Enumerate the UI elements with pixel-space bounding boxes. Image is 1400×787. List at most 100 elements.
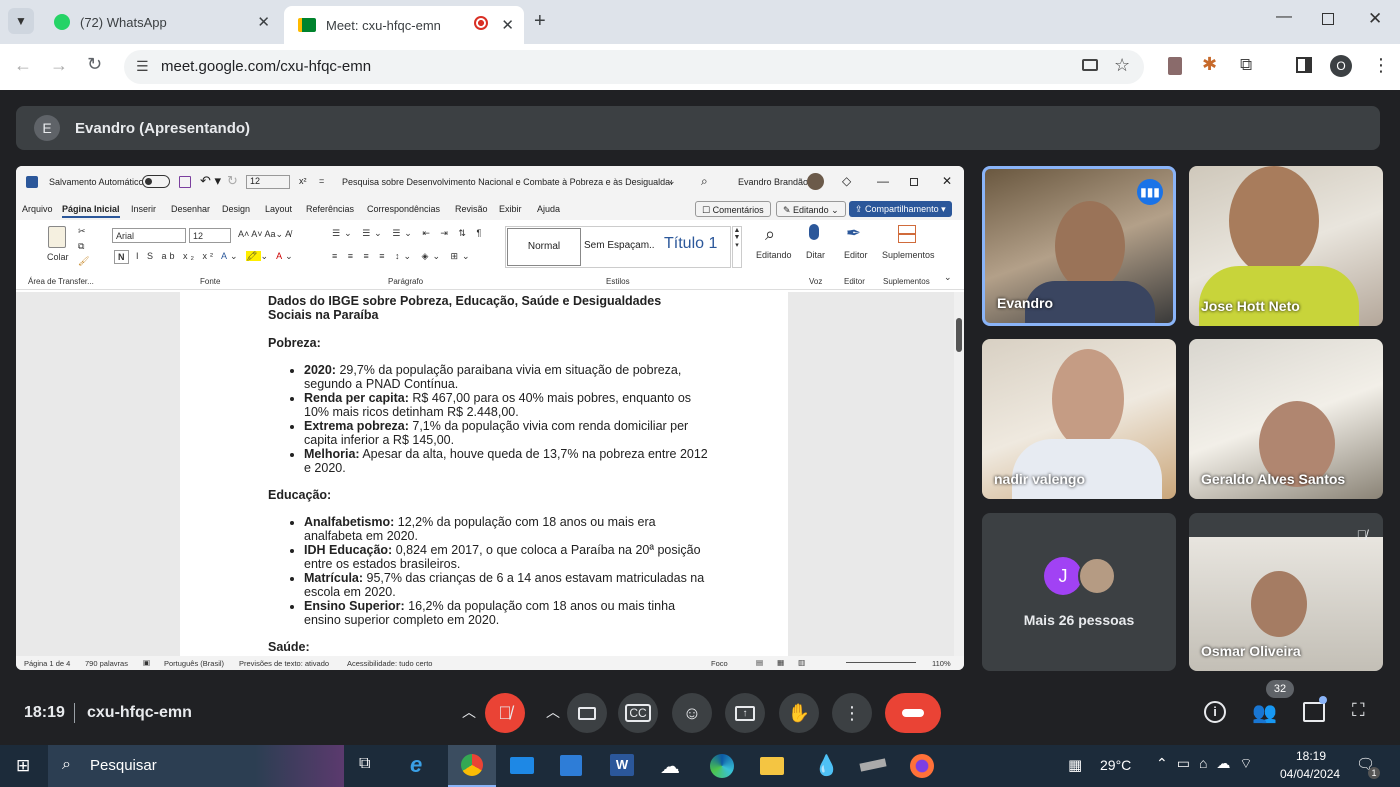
tab-whatsapp[interactable]: (72) WhatsApp ✕ — [40, 6, 280, 38]
editor-icon[interactable]: ✒ — [846, 223, 861, 244]
font-size-box[interactable]: 12 — [246, 175, 290, 189]
list-icons[interactable]: ☰⌄ ☰⌄ ☰⌄ ⇤ ⇥ ⇅ ¶ — [332, 228, 485, 239]
windows-start-icon[interactable]: ⊞ — [16, 756, 30, 776]
grow-font-icon[interactable]: A˄ A˅ Aa⌄ A̸ — [238, 229, 291, 240]
status-predictions[interactable]: Previsões de texto: ativado — [239, 659, 329, 668]
mail-icon[interactable] — [510, 757, 534, 774]
status-focus[interactable]: Foco — [711, 659, 728, 668]
styles-scroll[interactable]: ▲ ▼ ▾ — [732, 226, 742, 268]
status-language[interactable]: Português (Brasil) — [164, 659, 224, 668]
status-page[interactable]: Página 1 de 4 — [24, 659, 70, 668]
new-tab-button[interactable]: + — [534, 10, 546, 33]
participant-tile[interactable]: Geraldo Alves Santos — [1189, 339, 1383, 499]
puzzle-icon[interactable]: ⧉ — [1240, 55, 1252, 75]
ribbon-collapse-icon[interactable]: ⌄ — [944, 272, 952, 283]
menu-home[interactable]: Página Inicial — [62, 204, 120, 218]
chrome-taskbar-icon[interactable] — [448, 745, 496, 787]
autosave-toggle[interactable] — [142, 175, 170, 188]
explorer-icon[interactable] — [760, 757, 784, 775]
profile-avatar[interactable]: O — [1330, 55, 1352, 77]
font-size-select[interactable]: 12 — [189, 228, 231, 243]
clock-date[interactable]: 04/04/2024 — [1280, 767, 1340, 781]
scroll-thumb[interactable] — [956, 318, 962, 352]
more-icon[interactable]: = — [319, 176, 324, 186]
menu-design[interactable]: Design — [222, 204, 250, 214]
video-options-chevron[interactable]: ︿ — [546, 702, 560, 722]
word-close-icon[interactable]: ✕ — [942, 174, 952, 188]
chat-icon[interactable] — [1303, 702, 1325, 722]
captions-button[interactable]: CC — [618, 693, 658, 733]
app-drop-icon[interactable]: 💧 — [814, 753, 839, 778]
site-info-icon[interactable]: ☰ — [136, 58, 149, 75]
superscript-icon[interactable]: x² — [299, 176, 307, 186]
paste-icon[interactable] — [48, 226, 66, 248]
status-accessibility[interactable]: Acessibilidade: tudo certo — [347, 659, 432, 668]
taskbar-search[interactable]: ⌕ Pesquisar — [48, 745, 344, 787]
zoom-level[interactable]: 110% — [932, 659, 951, 668]
camera-icon[interactable] — [1082, 59, 1098, 71]
status-words[interactable]: 790 palavras — [85, 659, 128, 668]
menu-references[interactable]: Referências — [306, 204, 354, 214]
premium-icon[interactable]: ◇ — [842, 174, 851, 188]
tray-icons[interactable]: ⌃▭⌂☁⌔ — [1156, 755, 1262, 773]
participant-tile[interactable]: Jose Hott Neto — [1189, 166, 1383, 326]
style-normal[interactable]: Normal — [507, 228, 581, 266]
reactions-button[interactable]: ☺ — [672, 693, 712, 733]
meeting-details-icon[interactable]: i — [1204, 701, 1226, 723]
dictate-icon[interactable] — [809, 224, 819, 240]
participant-tile[interactable]: 🎙̸ Osmar Oliveira — [1189, 513, 1383, 671]
styles-gallery[interactable]: Normal Sem Espaçam... Título 1 — [505, 226, 731, 268]
audio-options-chevron[interactable]: ︿ — [462, 702, 476, 722]
comments-button[interactable]: ☐ Comentários — [695, 201, 771, 217]
addins-icon[interactable] — [898, 225, 916, 243]
leave-call-button[interactable] — [885, 693, 941, 733]
close-window-icon[interactable]: ✕ — [1368, 9, 1382, 29]
tab-meet[interactable]: Meet: cxu-hfqc-emn ✕ — [284, 6, 524, 44]
tab-search-button[interactable]: ▼ — [8, 8, 34, 34]
store-icon[interactable] — [560, 755, 582, 776]
cut-icon[interactable]: ✂ — [78, 226, 86, 237]
minimize-icon[interactable]: — — [1276, 8, 1292, 26]
weather-icon[interactable]: ▦ — [1068, 756, 1082, 774]
activities-icon[interactable]: ⛶ — [1352, 700, 1365, 721]
app-pen-icon[interactable] — [859, 758, 887, 772]
edge-icon[interactable] — [710, 754, 734, 778]
extension-icon[interactable] — [1168, 57, 1182, 75]
redo-icon[interactable]: ↻ — [227, 173, 238, 189]
find-icon[interactable]: ⌕ — [765, 224, 775, 245]
menu-draw[interactable]: Desenhar — [171, 204, 210, 214]
menu-help[interactable]: Ajuda — [537, 204, 560, 214]
mic-muted-button[interactable]: 🎙̸ — [485, 693, 525, 733]
doc-scrollbar[interactable] — [954, 292, 964, 656]
menu-insert[interactable]: Inserir — [131, 204, 156, 214]
align-icons[interactable]: ≡ ≡ ≡ ≡ ↕⌄ ◈⌄ ⊞⌄ — [332, 251, 474, 262]
more-participants-tile[interactable]: J Mais 26 pessoas — [982, 513, 1176, 671]
more-options-button[interactable]: ⋮ — [832, 693, 872, 733]
participant-tile[interactable]: ▮▮▮ Evandro — [982, 166, 1176, 326]
editing-button[interactable]: ✎ Editando ⌄ — [776, 201, 846, 217]
raise-hand-button[interactable]: ✋ — [779, 693, 819, 733]
menu-file[interactable]: Arquivo — [22, 204, 53, 214]
style-heading-1[interactable]: Título 1 — [664, 235, 717, 253]
participant-tile[interactable]: nadir valengo — [982, 339, 1176, 499]
font-format-icons[interactable]: I S ab x₂ x² A⌄ 🖍⌄ A⌄ — [136, 251, 296, 262]
share-button[interactable]: ⇪ Compartilhamento ▾ — [849, 201, 952, 217]
close-tab-icon[interactable]: ✕ — [501, 16, 514, 34]
people-icon[interactable]: 👥 — [1252, 700, 1277, 725]
pin-extension-icon[interactable]: ✱ — [1202, 54, 1217, 75]
forward-icon[interactable]: → — [50, 55, 68, 76]
temperature[interactable]: 29°C — [1100, 757, 1131, 773]
save-icon[interactable] — [179, 176, 191, 188]
maximize-icon[interactable] — [1322, 13, 1334, 25]
format-painter-icon[interactable]: 🖌 — [78, 256, 89, 267]
reload-icon[interactable]: ↻ — [87, 54, 102, 75]
font-name-box[interactable]: Arial — [112, 228, 186, 243]
bold-icon[interactable]: N — [114, 250, 129, 264]
ie-icon[interactable]: e — [410, 752, 422, 778]
app-icon[interactable]: ☁ — [660, 754, 680, 779]
view-icons[interactable]: ▤▦▥ — [756, 658, 819, 667]
firefox-icon[interactable] — [910, 754, 934, 778]
close-tab-icon[interactable]: ✕ — [257, 13, 270, 31]
bookmark-star-icon[interactable]: ☆ — [1114, 55, 1130, 76]
word-taskbar-icon[interactable]: W — [610, 754, 634, 776]
